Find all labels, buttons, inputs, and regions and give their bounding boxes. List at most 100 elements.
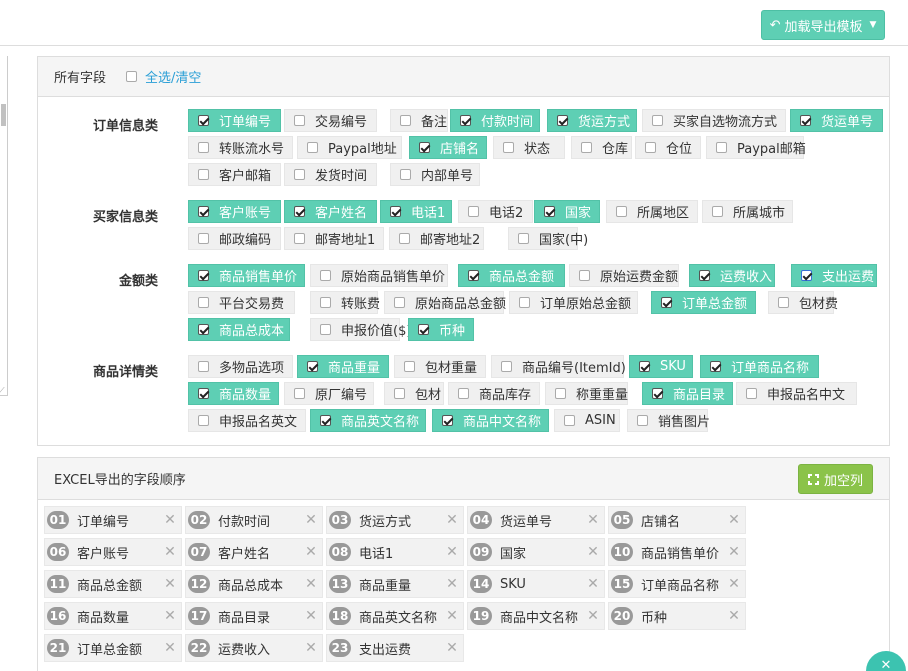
field-chip[interactable]: ASIN [554,409,620,432]
field-chip[interactable]: 邮寄地址2 [389,227,484,250]
field-chip[interactable]: 申报价值($) [310,318,411,341]
export-order-item[interactable]: 13 商品重量 ✕ [326,570,464,598]
select-all-checkbox[interactable] [126,71,138,82]
field-chip[interactable]: 仓位 [635,136,701,159]
field-chip[interactable]: 原始商品销售单价 [310,264,448,287]
field-checkbox[interactable] [320,324,331,335]
field-chip[interactable]: 国家(中) [508,227,588,250]
field-checkbox[interactable] [778,297,789,308]
remove-icon[interactable]: ✕ [302,576,320,592]
field-chip[interactable]: 订单编号 [188,109,281,132]
field-chip[interactable]: 客户姓名 [284,200,377,223]
field-chip[interactable]: 订单原始总金额 [509,291,638,314]
load-export-template-button[interactable]: ↶ 加载导出模板 ▼ [761,10,885,40]
field-chip[interactable]: 原始商品总金额 [384,291,506,314]
field-checkbox[interactable] [198,233,209,244]
remove-icon[interactable]: ✕ [161,608,179,624]
field-chip[interactable]: 发货时间 [284,163,377,186]
field-chip[interactable]: 支出运费 [791,264,877,287]
field-chip[interactable]: 所属地区 [606,200,698,223]
field-checkbox[interactable] [419,142,430,153]
field-chip[interactable]: 备注 [390,109,448,132]
field-chip[interactable]: 交易编号 [284,109,377,132]
remove-icon[interactable]: ✕ [443,576,461,592]
field-chip[interactable]: 原始运费金额 [569,264,679,287]
field-chip[interactable]: 转账费 [310,291,380,314]
select-all-toggle[interactable]: 全选/清空 [126,67,201,86]
field-chip[interactable]: 客户邮箱 [188,163,281,186]
field-checkbox[interactable] [712,206,723,217]
field-checkbox[interactable] [800,115,811,126]
remove-icon[interactable]: ✕ [161,512,179,528]
field-chip[interactable]: 订单总金额 [651,291,756,314]
field-checkbox[interactable] [394,388,405,399]
field-chip[interactable]: 商品中文名称 [432,409,549,432]
field-chip[interactable]: 商品总成本 [188,318,290,341]
field-checkbox[interactable] [198,169,209,180]
field-chip[interactable]: 商品总金额 [458,264,565,287]
field-checkbox[interactable] [645,142,656,153]
field-checkbox[interactable] [746,388,757,399]
export-order-item[interactable]: 21 订单总金额 ✕ [44,634,182,662]
field-chip[interactable]: SKU [629,355,693,378]
field-checkbox[interactable] [699,270,710,281]
remove-icon[interactable]: ✕ [302,640,320,656]
field-checkbox[interactable] [294,388,305,399]
field-checkbox[interactable] [652,115,663,126]
field-checkbox[interactable] [616,206,627,217]
export-order-item[interactable]: 12 商品总成本 ✕ [185,570,323,598]
field-chip[interactable]: 店铺名 [409,136,487,159]
field-chip[interactable]: 销售图片 [627,409,710,432]
field-checkbox[interactable] [198,388,209,399]
field-chip[interactable]: 商品销售单价 [188,264,305,287]
field-checkbox[interactable] [404,361,415,372]
field-chip[interactable]: 货运方式 [547,109,637,132]
export-order-item[interactable]: 16 商品数量 ✕ [44,602,182,630]
field-chip[interactable]: 所属城市 [702,200,793,223]
export-order-item[interactable]: 04 货运单号 ✕ [467,506,605,534]
field-chip[interactable]: 称重重量 [545,382,628,405]
field-chip[interactable]: 商品编号(ItemId) [491,355,626,378]
field-chip[interactable]: 商品库存 [448,382,540,405]
field-checkbox[interactable] [198,206,209,217]
export-order-item[interactable]: 14 SKU ✕ [467,570,605,598]
export-order-item[interactable]: 05 店铺名 ✕ [608,506,746,534]
field-chip[interactable]: 电话1 [380,200,452,223]
export-order-item[interactable]: 08 电话1 ✕ [326,538,464,566]
remove-icon[interactable]: ✕ [302,544,320,560]
field-checkbox[interactable] [320,270,331,281]
export-order-item[interactable]: 06 客户账号 ✕ [44,538,182,566]
field-chip[interactable]: Paypal邮箱 [706,136,806,159]
field-chip[interactable]: 平台交易费 [188,291,295,314]
scrollbar-thumb[interactable] [1,104,6,126]
field-chip[interactable]: 客户账号 [188,200,281,223]
field-chip[interactable]: 付款时间 [450,109,540,132]
field-checkbox[interactable] [639,361,650,372]
field-chip[interactable]: 电话2 [458,200,533,223]
export-order-item[interactable]: 01 订单编号 ✕ [44,506,182,534]
field-checkbox[interactable] [320,297,331,308]
export-order-item[interactable]: 15 订单商品名称 ✕ [608,570,746,598]
remove-icon[interactable]: ✕ [161,640,179,656]
remove-icon[interactable]: ✕ [302,512,320,528]
field-checkbox[interactable] [801,270,812,281]
field-checkbox[interactable] [400,169,411,180]
field-checkbox[interactable] [390,206,401,217]
field-checkbox[interactable] [294,115,305,126]
field-checkbox[interactable] [503,142,514,153]
field-checkbox[interactable] [557,115,568,126]
field-chip[interactable]: 商品目录 [642,382,733,405]
field-checkbox[interactable] [544,206,555,217]
field-chip[interactable]: 包材重量 [394,355,486,378]
export-order-item[interactable]: 23 支出运费 ✕ [326,634,464,662]
field-checkbox[interactable] [320,415,331,426]
remove-icon[interactable]: ✕ [161,576,179,592]
field-chip[interactable]: 状态 [493,136,565,159]
field-chip[interactable]: 申报品名英文 [188,409,306,432]
field-checkbox[interactable] [518,233,529,244]
field-checkbox[interactable] [579,270,590,281]
field-chip[interactable]: 买家自选物流方式 [642,109,786,132]
field-checkbox[interactable] [564,415,575,426]
field-chip[interactable]: 仓库 [571,136,632,159]
field-checkbox[interactable] [198,142,209,153]
